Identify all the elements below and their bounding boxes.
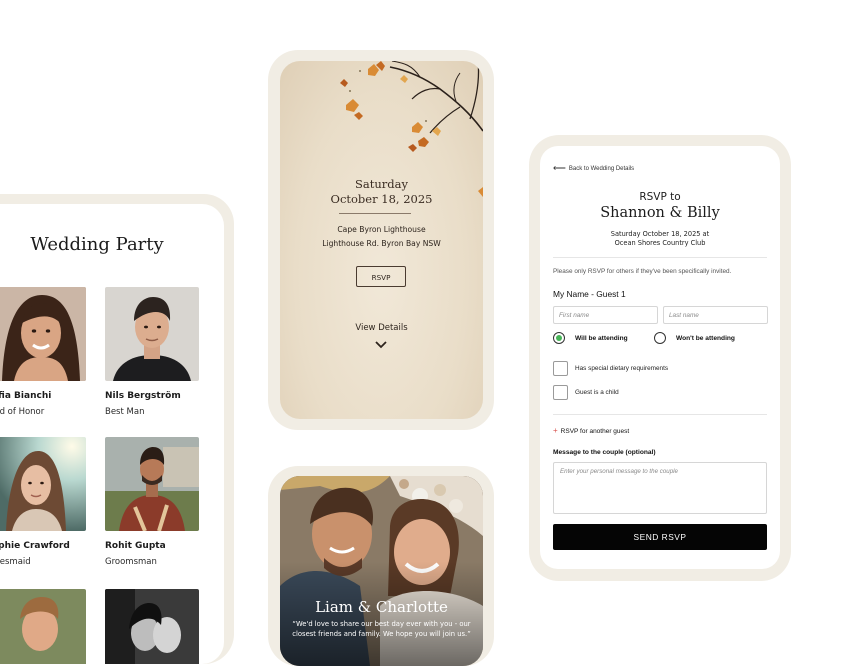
chevron-down-icon[interactable] <box>374 340 388 350</box>
send-rsvp-button[interactable]: SEND RSVP <box>553 524 767 550</box>
member-name: ofia Bianchi <box>0 391 52 401</box>
invitation-screen: Saturday October 18, 2025 Cape Byron Lig… <box>280 61 483 419</box>
party-member-card[interactable]: ophie Crawford idesmaid <box>0 437 86 567</box>
rsvp-date: Saturday October 18, 2025 at <box>610 230 710 238</box>
rsvp-couple-names: Shannon & Billy <box>600 205 720 221</box>
couple-message: “We'd love to share our best day ever wi… <box>292 620 471 638</box>
child-label: Guest is a child <box>575 389 619 396</box>
member-photo <box>0 437 86 531</box>
member-photo <box>105 437 199 531</box>
member-photo <box>105 287 199 381</box>
message-label: Message to the couple (optional) <box>553 449 656 456</box>
not-attending-radio[interactable] <box>654 332 666 344</box>
guest-label: My Name - Guest 1 <box>553 289 626 299</box>
attending-label: Will be attending <box>575 335 628 342</box>
member-role: aid of Honor <box>0 407 45 417</box>
member-name: Rohit Gupta <box>105 541 166 551</box>
party-member-card[interactable]: Nils Bergström Best Man <box>105 287 199 417</box>
wedding-party-screen: Wedding Party ofia Bianchi aid of Honor <box>0 204 224 664</box>
first-name-input[interactable] <box>553 306 658 324</box>
rsvp-note: Please only RSVP for others if they've b… <box>553 268 732 275</box>
party-member-card[interactable] <box>0 589 86 664</box>
dietary-label: Has special dietary requirements <box>575 365 669 372</box>
divider <box>339 213 411 214</box>
last-name-input[interactable] <box>663 306 768 324</box>
invitation-address: Lighthouse Rd. Byron Bay NSW <box>322 239 441 248</box>
attending-radio[interactable] <box>553 332 565 344</box>
rsvp-form-screen: ⟵ Back to Wedding Details RSVP to Shannon… <box>540 146 780 569</box>
invitation-day: Saturday <box>355 177 408 191</box>
add-guest-link[interactable]: + RSVP for another guest <box>553 426 629 435</box>
not-attending-label: Won't be attending <box>676 335 735 342</box>
member-role: Groomsman <box>105 557 157 567</box>
member-photo <box>0 589 86 664</box>
back-link-label: Back to Wedding Details <box>568 166 635 172</box>
member-photo <box>0 287 86 381</box>
member-name: Nils Bergström <box>105 391 181 401</box>
divider <box>553 257 767 258</box>
divider <box>553 414 767 415</box>
dietary-checkbox[interactable] <box>553 361 568 376</box>
member-role: idesmaid <box>0 557 31 567</box>
invitation-venue: Cape Byron Lighthouse <box>337 225 426 234</box>
member-photo <box>105 589 199 664</box>
party-member-card[interactable] <box>105 589 199 664</box>
rsvp-venue: Ocean Shores Country Club <box>614 239 706 247</box>
member-role: Best Man <box>105 407 145 417</box>
party-member-card[interactable]: ofia Bianchi aid of Honor <box>0 287 86 417</box>
invitation-rsvp-button[interactable]: RSVP <box>356 266 406 287</box>
party-member-card[interactable]: Rohit Gupta Groomsman <box>105 437 199 567</box>
rsvp-heading: RSVP to <box>639 191 681 203</box>
back-link[interactable]: ⟵ Back to Wedding Details <box>553 163 634 174</box>
invitation-date: October 18, 2025 <box>330 192 433 206</box>
wedding-party-title: Wedding Party <box>30 234 164 255</box>
view-details-link[interactable]: View Details <box>280 323 483 333</box>
couple-photo-screen: Liam & Charlotte “We'd love to share our… <box>280 476 483 666</box>
message-textarea[interactable] <box>553 462 767 514</box>
child-checkbox[interactable] <box>553 385 568 400</box>
plus-icon: + <box>553 426 558 435</box>
couple-names: Liam & Charlotte <box>315 598 448 616</box>
add-guest-label: RSVP for another guest <box>560 428 630 435</box>
arrow-left-icon: ⟵ <box>553 163 566 173</box>
member-name: ophie Crawford <box>0 541 70 551</box>
